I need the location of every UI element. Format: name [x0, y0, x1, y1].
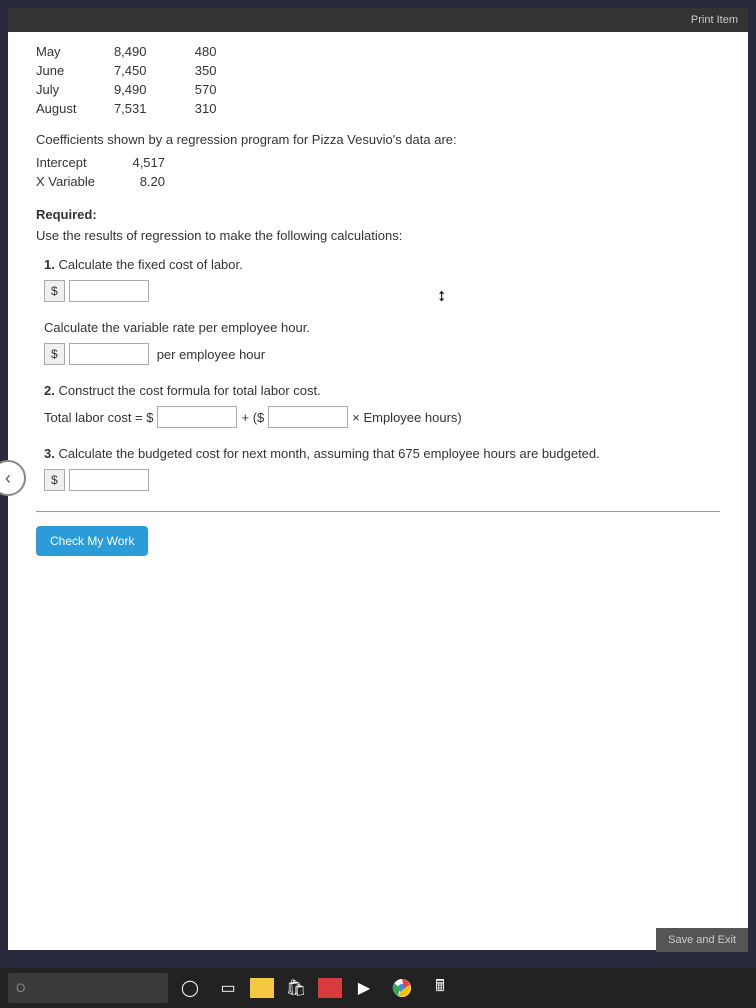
month-data-table: May 8,490 480 June 7,450 350 July 9,490 …	[36, 42, 246, 118]
budgeted-cost-input[interactable]	[69, 469, 149, 491]
value-cell: 570	[176, 80, 246, 99]
coefficients-table: Intercept 4,517 X Variable 8.20	[36, 153, 195, 191]
instruction-text: Use the results of regression to make th…	[36, 228, 720, 243]
coef-label: X Variable	[36, 172, 125, 191]
table-row: May 8,490 480	[36, 42, 246, 61]
task-view-icon[interactable]: ▭	[212, 972, 244, 1004]
answer-row-1b: $ per employee hour	[44, 343, 720, 365]
taskbar-search[interactable]: O	[8, 973, 168, 1003]
app-icon[interactable]	[318, 978, 342, 998]
coefficients-text: Coefficients shown by a regression progr…	[36, 132, 720, 147]
coef-label: Intercept	[36, 153, 125, 172]
table-row: X Variable 8.20	[36, 172, 195, 191]
required-heading: Required:	[36, 207, 720, 222]
question-number: 3.	[44, 446, 55, 461]
store-icon[interactable]: 🛍	[280, 972, 312, 1004]
question-2: 2. Construct the cost formula for total …	[44, 383, 720, 398]
formula-fixed-input[interactable]	[157, 406, 237, 428]
fixed-cost-input[interactable]	[69, 280, 149, 302]
formula-variable-input[interactable]	[268, 406, 348, 428]
formula-suffix: × Employee hours)	[352, 410, 461, 425]
question-text: Construct the cost formula for total lab…	[58, 383, 320, 398]
value-cell: 350	[176, 61, 246, 80]
save-and-exit-button[interactable]: Save and Exit	[656, 928, 748, 952]
print-item[interactable]: Print Item	[691, 14, 738, 26]
question-1: 1. Calculate the fixed cost of labor.	[44, 257, 720, 272]
chrome-icon[interactable]	[386, 972, 418, 1004]
taskbar: O ◯ ▭ 🛍 ▶ 🖩	[0, 968, 756, 1008]
table-row: June 7,450 350	[36, 61, 246, 80]
value-cell: 9,490	[106, 80, 176, 99]
table-row: Intercept 4,517	[36, 153, 195, 172]
previous-button[interactable]: ‹	[0, 460, 26, 496]
search-icon: O	[16, 981, 25, 995]
formula-row: Total labor cost = $ + ($ × Employee hou…	[44, 406, 720, 428]
file-explorer-icon[interactable]	[250, 978, 274, 998]
question-text: Calculate the budgeted cost for next mon…	[58, 446, 599, 461]
top-bar: Print Item	[8, 8, 748, 32]
question-number: 2.	[44, 383, 55, 398]
question-text: Calculate the variable rate per employee…	[44, 320, 310, 335]
divider	[36, 511, 720, 512]
question-1b: Calculate the variable rate per employee…	[44, 320, 720, 335]
value-cell: 8,490	[106, 42, 176, 61]
answer-row-3: $	[44, 469, 720, 491]
variable-rate-input[interactable]	[69, 343, 149, 365]
chevron-left-icon: ‹	[5, 468, 11, 489]
value-cell: 480	[176, 42, 246, 61]
month-cell: July	[36, 80, 106, 99]
question-3: 3. Calculate the budgeted cost for next …	[44, 446, 720, 461]
coef-value: 4,517	[125, 153, 195, 172]
check-my-work-button[interactable]: Check My Work	[36, 526, 148, 556]
dollar-prefix: $	[44, 343, 65, 365]
table-row: July 9,490 570	[36, 80, 246, 99]
dollar-prefix: $	[44, 469, 65, 491]
question-number: 1.	[44, 257, 55, 272]
month-cell: June	[36, 61, 106, 80]
value-cell: 7,450	[106, 61, 176, 80]
coef-value: 8.20	[125, 172, 195, 191]
value-cell: 7,531	[106, 99, 176, 118]
cortana-icon[interactable]: ◯	[174, 972, 206, 1004]
month-cell: August	[36, 99, 106, 118]
formula-plus: + ($	[241, 410, 264, 425]
month-cell: May	[36, 42, 106, 61]
content-panel: Print Item May 8,490 480 June 7,450 350 …	[8, 8, 748, 950]
dollar-prefix: $	[44, 280, 65, 302]
table-row: August 7,531 310	[36, 99, 246, 118]
value-cell: 310	[176, 99, 246, 118]
suffix-text: per employee hour	[157, 347, 265, 362]
app-icon[interactable]: ▶	[348, 972, 380, 1004]
question-text: Calculate the fixed cost of labor.	[58, 257, 242, 272]
answer-row-1a: $	[44, 280, 720, 302]
formula-prefix: Total labor cost = $	[44, 410, 153, 425]
calculator-icon[interactable]: 🖩	[424, 972, 456, 1004]
